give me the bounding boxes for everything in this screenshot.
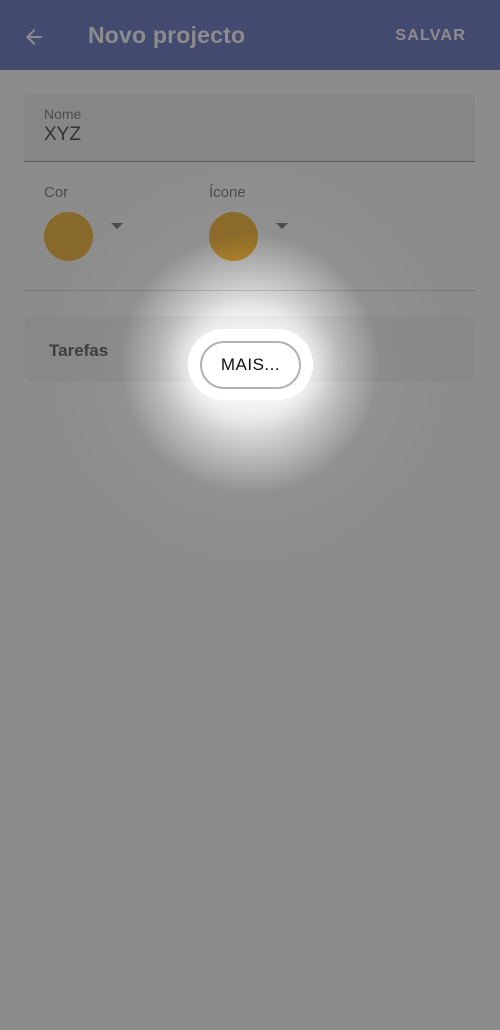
back-button[interactable] [14, 17, 54, 57]
more-button[interactable]: MAIS... [200, 341, 301, 389]
icon-dropdown-arrow-icon[interactable] [276, 223, 288, 229]
divider [24, 290, 475, 291]
name-field-value[interactable]: XYZ [44, 124, 81, 146]
page-title: Novo projecto [88, 22, 246, 48]
icon-swatch[interactable] [209, 212, 258, 261]
save-button[interactable]: SALVAR [395, 27, 466, 45]
name-field-label: Nome [44, 106, 82, 122]
color-swatch[interactable] [44, 212, 93, 261]
tasks-heading: Tarefas [49, 341, 109, 360]
name-field[interactable]: Nome XYZ [24, 94, 475, 162]
color-picker-label: Cor [44, 184, 69, 201]
color-dropdown-arrow-icon[interactable] [111, 223, 123, 229]
icon-picker-label: Ícone [209, 184, 246, 201]
app-bar: Novo projecto SALVAR [0, 0, 500, 70]
arrow-left-icon [26, 29, 42, 45]
